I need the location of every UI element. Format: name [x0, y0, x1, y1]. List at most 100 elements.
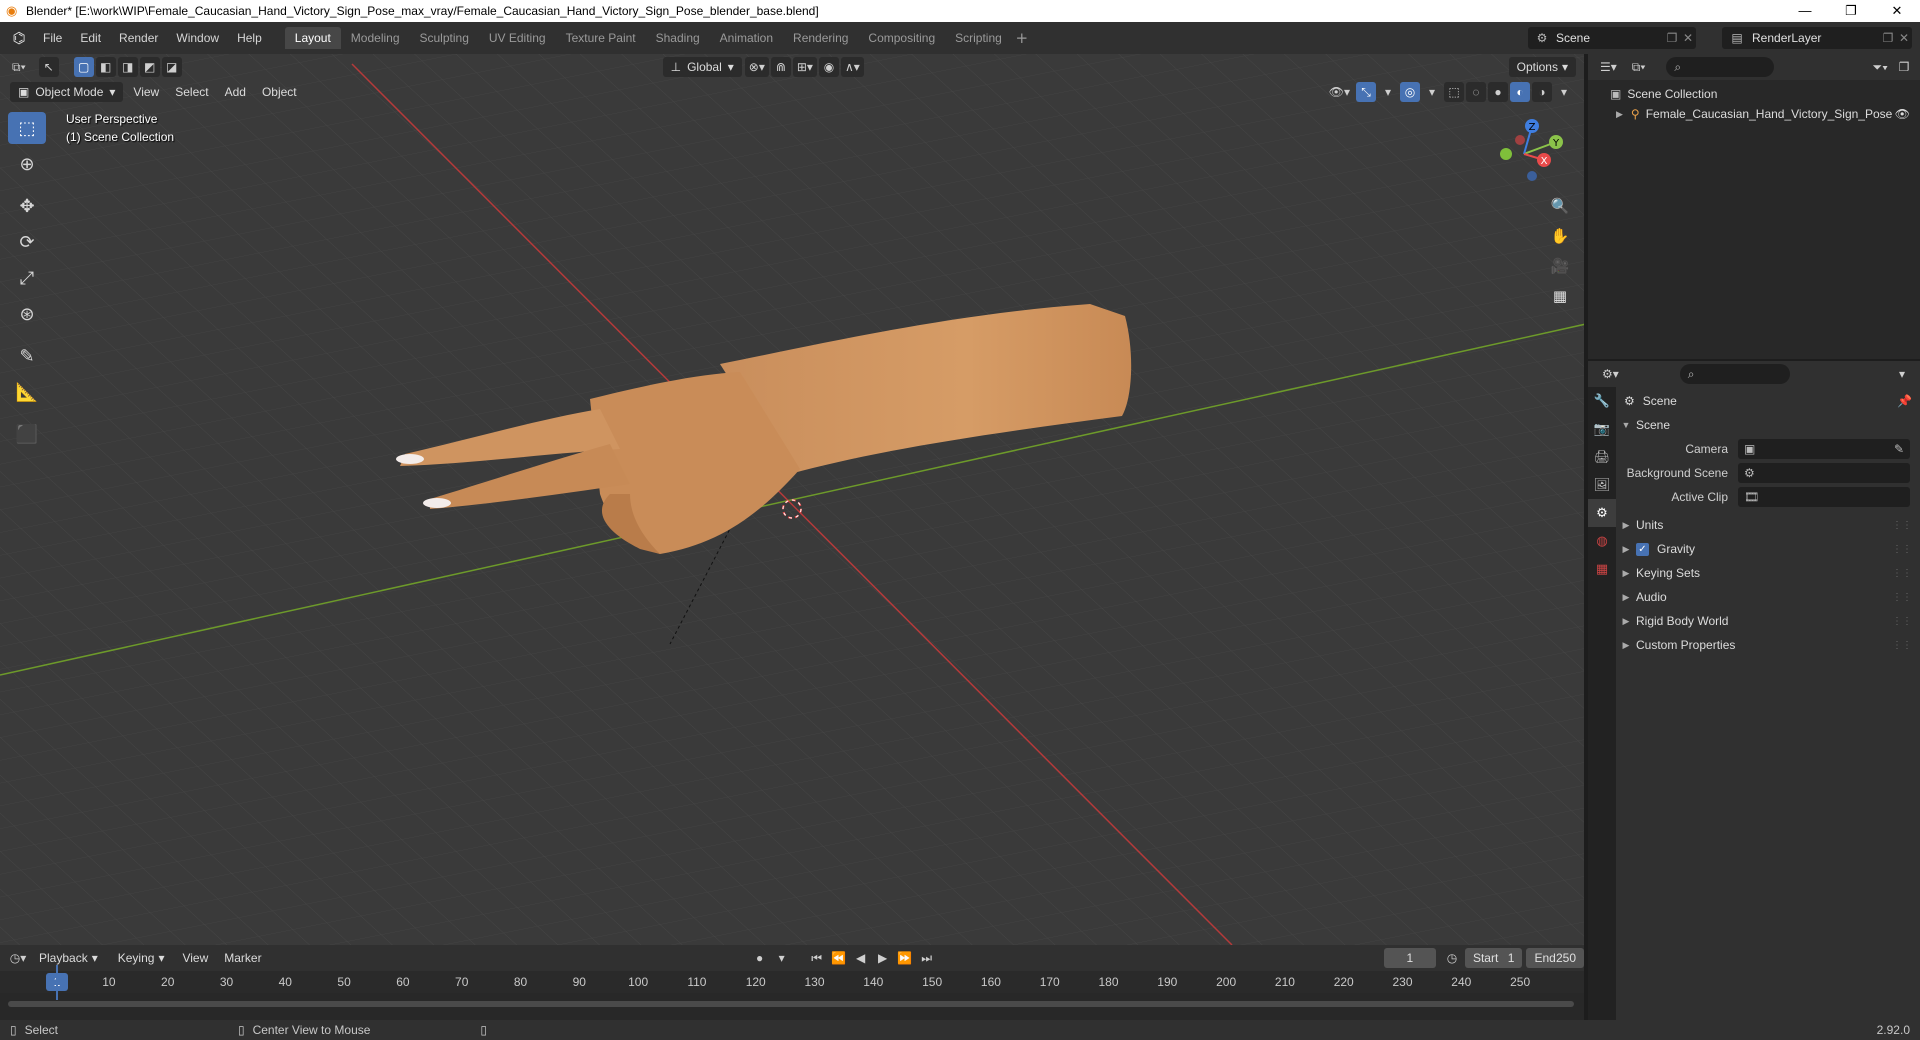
timeline-ruler[interactable]: 1 10203040506070809010011012013014015016…: [0, 971, 1584, 993]
remove-layer-icon[interactable]: ✕: [1896, 31, 1912, 45]
jump-to-start-icon[interactable]: ⏮: [807, 948, 827, 968]
tab-sculpting[interactable]: Sculpting: [410, 27, 479, 49]
cursor-tool-icon[interactable]: ⊕: [8, 148, 46, 180]
add-workspace-button[interactable]: +: [1012, 29, 1032, 47]
copy-layer-icon[interactable]: ❐: [1880, 31, 1896, 45]
panel-keying-sets-header[interactable]: ▶ Keying Sets ⋮⋮: [1616, 561, 1920, 585]
select-mode-subtract-icon[interactable]: ◨: [117, 57, 138, 77]
proportional-edit-icon[interactable]: ◉: [818, 57, 839, 77]
outliner-search-input[interactable]: ⌕: [1666, 57, 1775, 77]
rendered-shading-icon[interactable]: ◑: [1532, 82, 1552, 102]
properties-editor[interactable]: ⚙▾ ⌕ ▾ 🔧 📷 🖨 🖼 ⚙ ◍ ▦ ⚙ Scene 📌 ▼ Scene C…: [1588, 361, 1920, 1020]
panel-audio-header[interactable]: ▶ Audio ⋮⋮: [1616, 585, 1920, 609]
menu-edit[interactable]: Edit: [71, 27, 110, 49]
menu-file[interactable]: File: [34, 27, 71, 49]
material-preview-shading-icon[interactable]: ◐: [1510, 82, 1530, 102]
keying-set-dropdown-icon[interactable]: ▾: [772, 948, 792, 968]
3d-viewport[interactable]: ⧉▾ ↖ ▢ ◧ ◨ ◩ ◪ ⊥ Global ▾ ⊗▾ ⋒ ⊞▾ ◉ ∧▾ Opt…: [0, 54, 1586, 945]
world-tab-icon[interactable]: ◍: [1588, 527, 1616, 555]
timeline-body[interactable]: [0, 993, 1584, 1020]
gravity-checkbox[interactable]: ✓: [1636, 542, 1649, 556]
drag-grip-icon[interactable]: ⋮⋮: [1892, 640, 1912, 651]
move-tool-icon[interactable]: ✥: [8, 190, 46, 222]
select-mode-extend-icon[interactable]: ◧: [95, 57, 116, 77]
outliner[interactable]: ☰▾ ⧉▾ ⌕ ⏷▾ ❐ ▣ Scene Collection ▶ ⚲ Fema…: [1588, 54, 1920, 361]
maximize-button[interactable]: ❐: [1828, 0, 1874, 22]
menu-view[interactable]: View: [125, 82, 167, 102]
blender-logo-icon[interactable]: ⌬: [8, 27, 30, 49]
properties-options-icon[interactable]: ▾: [1892, 364, 1912, 384]
timeline-menu-view[interactable]: View: [174, 948, 216, 968]
preview-range-clock-icon[interactable]: ◷: [1442, 948, 1462, 968]
panel-gravity-header[interactable]: ▶ ✓ Gravity ⋮⋮: [1616, 537, 1920, 561]
tool-tab-icon[interactable]: 🔧: [1588, 387, 1616, 415]
drag-grip-icon[interactable]: ⋮⋮: [1892, 520, 1912, 531]
options-dropdown[interactable]: Options ▾: [1508, 57, 1576, 77]
outliner-editor-type-icon[interactable]: ☰▾: [1596, 57, 1621, 77]
xray-toggle-icon[interactable]: ⬚: [1444, 82, 1464, 102]
minimize-button[interactable]: —: [1782, 0, 1828, 22]
menu-window[interactable]: Window: [167, 27, 228, 49]
panel-units-header[interactable]: ▶ Units ⋮⋮: [1616, 513, 1920, 537]
panel-rigid-body-header[interactable]: ▶ Rigid Body World ⋮⋮: [1616, 609, 1920, 633]
drag-grip-icon[interactable]: ⋮⋮: [1892, 592, 1912, 603]
expand-arrow-icon[interactable]: ▶: [1616, 109, 1623, 120]
remove-scene-icon[interactable]: ✕: [1680, 31, 1696, 45]
perspective-toggle-icon[interactable]: ▦: [1546, 282, 1574, 310]
view-layer-selector[interactable]: ▤ RenderLayer ❐ ✕: [1722, 27, 1912, 49]
select-tool-mode-icon[interactable]: ↖: [38, 57, 59, 77]
jump-to-prev-keyframe-icon[interactable]: ⏪: [829, 948, 849, 968]
copy-scene-icon[interactable]: ❐: [1664, 31, 1680, 45]
measure-tool-icon[interactable]: 📐: [8, 376, 46, 408]
annotate-tool-icon[interactable]: ✎: [8, 340, 46, 372]
select-box-tool-icon[interactable]: ⬚: [8, 112, 46, 144]
tab-animation[interactable]: Animation: [710, 27, 783, 49]
new-collection-icon[interactable]: ❐: [1894, 57, 1914, 77]
timeline-scrollbar[interactable]: [8, 1001, 1574, 1007]
shading-dropdown-icon[interactable]: ▾: [1554, 82, 1574, 102]
background-scene-field[interactable]: ⚙: [1738, 463, 1910, 483]
playback-dropdown[interactable]: Playback ▾: [31, 948, 106, 968]
view-layer-tab-icon[interactable]: 🖼: [1588, 471, 1616, 499]
visibility-icon[interactable]: 👁▾: [1325, 82, 1354, 102]
play-icon[interactable]: ▶: [873, 948, 893, 968]
timeline-editor[interactable]: ◷▾ Playback ▾ Keying ▾ View Marker ● ▾ ⏮ ⏪…: [0, 945, 1586, 1020]
panel-scene-header[interactable]: ▼ Scene: [1616, 413, 1920, 437]
transform-tool-icon[interactable]: ⊛: [8, 298, 46, 330]
properties-editor-type-icon[interactable]: ⚙▾: [1598, 364, 1623, 384]
navigation-gizmo[interactable]: Z Y X: [1486, 112, 1566, 192]
proportional-falloff-icon[interactable]: ∧▾: [840, 57, 864, 77]
camera-field[interactable]: ▣ ✎: [1738, 439, 1910, 459]
overlay-toggle-icon[interactable]: ◎: [1400, 82, 1420, 102]
end-frame-field[interactable]: End 250: [1526, 948, 1585, 968]
current-frame-field[interactable]: 1: [1383, 948, 1436, 968]
pivot-point-icon[interactable]: ⊗▾: [744, 57, 769, 77]
timeline-menu-marker[interactable]: Marker: [216, 948, 269, 968]
close-button[interactable]: ✕: [1874, 0, 1920, 22]
start-frame-field[interactable]: Start 1: [1464, 948, 1523, 968]
outliner-row-scene-collection[interactable]: ▣ Scene Collection: [1588, 84, 1920, 104]
menu-render[interactable]: Render: [110, 27, 167, 49]
editor-type-icon[interactable]: ⧉▾: [8, 57, 30, 77]
properties-search-input[interactable]: ⌕: [1679, 364, 1790, 384]
pan-hand-icon[interactable]: ✋: [1546, 222, 1574, 250]
tab-rendering[interactable]: Rendering: [783, 27, 858, 49]
wireframe-shading-icon[interactable]: ◌: [1466, 82, 1486, 102]
camera-view-icon[interactable]: 🎥: [1546, 252, 1574, 280]
tab-texture-paint[interactable]: Texture Paint: [556, 27, 646, 49]
eyedropper-icon[interactable]: ✎: [1894, 442, 1904, 456]
tab-scripting[interactable]: Scripting: [945, 27, 1012, 49]
scene-tab-icon[interactable]: ⚙: [1588, 499, 1616, 527]
zoom-icon[interactable]: 🔍: [1546, 192, 1574, 220]
menu-help[interactable]: Help: [228, 27, 271, 49]
rotate-tool-icon[interactable]: ⟳: [8, 226, 46, 258]
tab-compositing[interactable]: Compositing: [858, 27, 945, 49]
display-mode-icon[interactable]: ⧉▾: [1628, 57, 1650, 77]
scale-tool-icon[interactable]: ⤢: [8, 262, 46, 294]
select-mode-new-icon[interactable]: ▢: [73, 57, 94, 77]
play-reverse-icon[interactable]: ◀: [851, 948, 871, 968]
active-clip-field[interactable]: 🎞: [1738, 487, 1910, 507]
transform-orientation-dropdown[interactable]: ⊥ Global ▾: [662, 57, 742, 77]
drag-grip-icon[interactable]: ⋮⋮: [1892, 568, 1912, 579]
outliner-row-object[interactable]: ▶ ⚲ Female_Caucasian_Hand_Victory_Sign_P…: [1588, 104, 1920, 124]
